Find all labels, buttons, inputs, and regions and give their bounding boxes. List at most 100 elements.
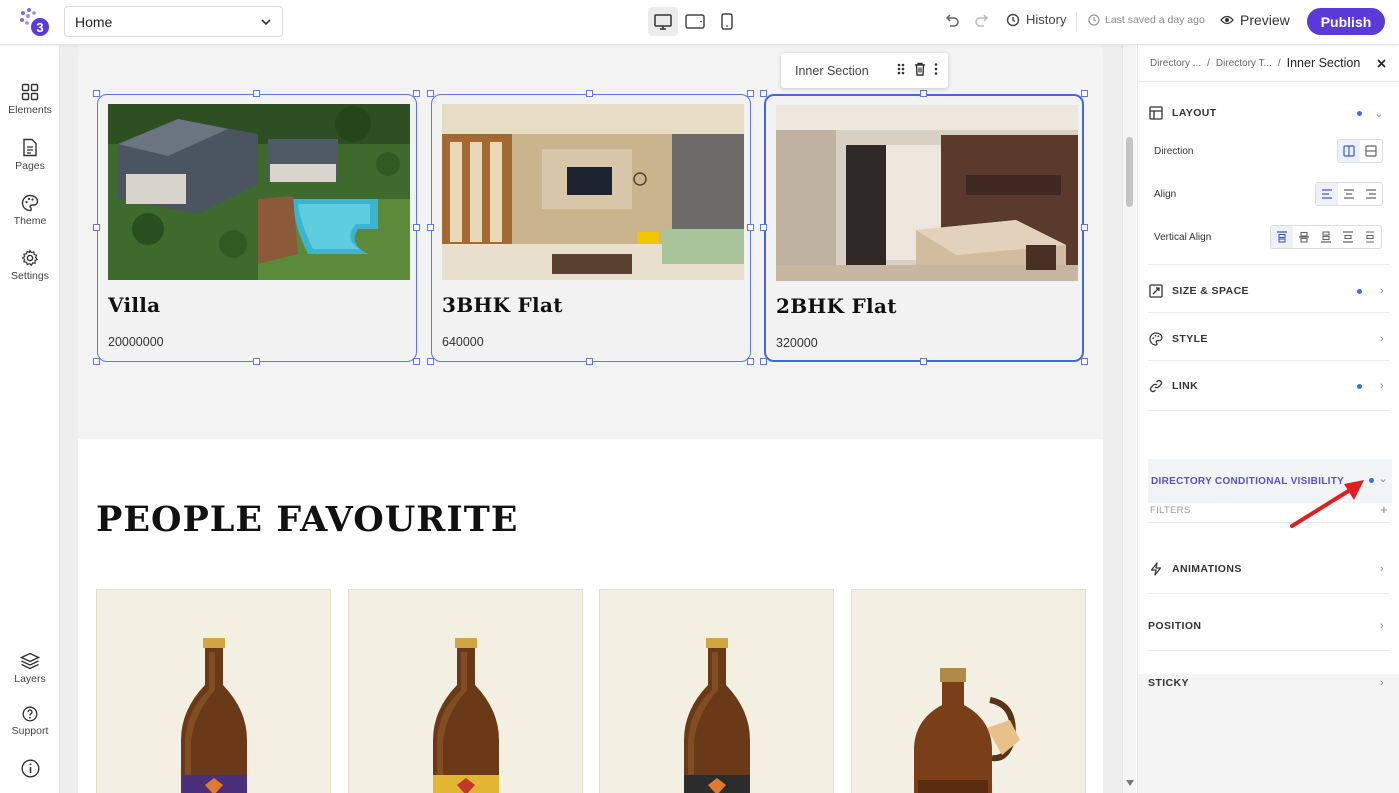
resize-handle[interactable]	[586, 358, 593, 365]
add-filter-plus-icon[interactable]: +	[1380, 502, 1388, 517]
resize-handle[interactable]	[253, 90, 260, 97]
undo-icon	[945, 14, 959, 27]
size-space-section-header[interactable]: SIZE & SPACE ›	[1148, 284, 1390, 298]
resize-handle[interactable]	[920, 90, 927, 97]
gear-icon	[21, 249, 39, 267]
resize-handle[interactable]	[760, 224, 767, 231]
info-button[interactable]	[0, 759, 60, 778]
mobile-view-button[interactable]	[712, 7, 742, 36]
vertical-align-label: Vertical Align	[1154, 232, 1212, 243]
resize-handle[interactable]	[413, 358, 420, 365]
page-selector-value: Home	[75, 13, 113, 30]
history-button[interactable]: History	[1006, 12, 1066, 27]
resize-handle[interactable]	[413, 224, 420, 231]
sidebar-item-elements[interactable]: Elements	[0, 83, 60, 116]
align-right-button[interactable]	[1360, 183, 1382, 205]
resize-handle[interactable]	[1081, 358, 1088, 365]
breadcrumb-item[interactable]: Directory T...	[1216, 58, 1272, 69]
preview-button[interactable]: Preview	[1220, 12, 1290, 28]
properties-panel: Directory ... / Directory T... / Inner S…	[1137, 45, 1399, 793]
divider	[1148, 650, 1390, 651]
drag-handle-icon[interactable]	[896, 62, 906, 76]
element-toolbar-label: Inner Section	[795, 63, 869, 78]
tablet-view-button[interactable]	[680, 7, 710, 36]
animations-section-header[interactable]: ANIMATIONS ›	[1148, 562, 1390, 576]
breadcrumb-item[interactable]: Directory ...	[1150, 58, 1201, 69]
align-center-button[interactable]	[1338, 183, 1360, 205]
resize-handle[interactable]	[760, 358, 767, 365]
resize-handle[interactable]	[1081, 90, 1088, 97]
resize-handle[interactable]	[413, 90, 420, 97]
valign-space-between-button[interactable]	[1337, 226, 1359, 248]
resize-handle[interactable]	[760, 90, 767, 97]
sidebar-item-support[interactable]: Support	[0, 706, 60, 737]
product-card[interactable]	[96, 589, 331, 793]
resize-handle[interactable]	[586, 90, 593, 97]
resize-handle[interactable]	[427, 358, 434, 365]
scrollbar-thumb[interactable]	[1126, 137, 1133, 207]
resize-handle[interactable]	[747, 224, 754, 231]
sticky-section-header[interactable]: STICKY ›	[1148, 677, 1390, 689]
history-label: History	[1026, 12, 1067, 27]
modified-dot	[1357, 288, 1362, 294]
valign-bottom-button[interactable]	[1315, 226, 1337, 248]
sidebar-item-label: Elements	[8, 104, 52, 116]
resize-handle[interactable]	[93, 224, 100, 231]
resize-handle[interactable]	[920, 358, 927, 365]
breadcrumb-separator: /	[1277, 57, 1281, 69]
valign-space-around-button[interactable]	[1359, 226, 1381, 248]
left-sidebar: Elements Pages Theme Settings Layers Sup…	[0, 45, 60, 793]
redo-button[interactable]	[972, 11, 992, 31]
app-logo[interactable]: 3	[18, 7, 52, 37]
scroll-down-arrow-icon[interactable]	[1126, 780, 1134, 786]
product-card[interactable]	[599, 589, 834, 793]
sidebar-item-label: Support	[11, 725, 49, 737]
sidebar-item-theme[interactable]: Theme	[0, 194, 60, 227]
link-section-header[interactable]: LINK ›	[1148, 379, 1390, 393]
resize-handle[interactable]	[427, 224, 434, 231]
align-left-icon	[1322, 189, 1332, 199]
desktop-view-button[interactable]	[648, 7, 678, 36]
resize-handle[interactable]	[1081, 224, 1088, 231]
sidebar-item-layers[interactable]: Layers	[0, 652, 60, 685]
sidebar-item-pages[interactable]: Pages	[0, 138, 60, 172]
page-icon	[23, 138, 37, 157]
valign-top-icon	[1277, 231, 1287, 243]
resize-handle[interactable]	[93, 358, 100, 365]
sidebar-item-settings[interactable]: Settings	[0, 249, 60, 282]
device-switcher	[648, 7, 742, 36]
property-card-3bhk[interactable]: 3BHK Flat 640000	[431, 94, 751, 362]
resize-handle[interactable]	[747, 358, 754, 365]
canvas-scrollbar[interactable]	[1122, 45, 1136, 793]
valign-middle-button[interactable]	[1293, 226, 1315, 248]
resize-handle[interactable]	[253, 358, 260, 365]
publish-button[interactable]: Publish	[1307, 8, 1385, 35]
more-options-icon[interactable]	[934, 62, 938, 76]
chevron-down-icon: ⌄	[1378, 473, 1388, 485]
style-section-header[interactable]: STYLE ›	[1148, 332, 1390, 346]
direction-column-button[interactable]	[1360, 140, 1382, 162]
sidebar-item-label: Theme	[13, 215, 47, 227]
product-card[interactable]	[851, 589, 1086, 793]
property-card-2bhk[interactable]: 2BHK Flat 320000	[764, 94, 1084, 362]
product-card[interactable]	[348, 589, 583, 793]
resize-handle[interactable]	[747, 90, 754, 97]
resize-handle[interactable]	[93, 90, 100, 97]
align-left-button[interactable]	[1316, 183, 1338, 205]
chevron-right-icon: ›	[1379, 563, 1384, 575]
chevron-right-icon: ›	[1379, 285, 1384, 297]
property-card-villa[interactable]: Villa 20000000	[97, 94, 417, 362]
page-selector[interactable]: Home	[64, 6, 283, 37]
valign-top-button[interactable]	[1271, 226, 1293, 248]
undo-button[interactable]	[942, 11, 962, 31]
align-label: Align	[1154, 189, 1177, 200]
resize-handle[interactable]	[427, 90, 434, 97]
modified-dot	[1357, 383, 1362, 389]
section-label: ANIMATIONS	[1172, 563, 1242, 575]
close-icon[interactable]	[1377, 59, 1386, 68]
editor-canvas[interactable]: Villa 20000000 3BHK Flat 640000 2BHK Fla…	[60, 45, 1122, 793]
direction-row-button[interactable]	[1338, 140, 1360, 162]
trash-icon[interactable]	[914, 62, 926, 76]
layout-section-header[interactable]: LAYOUT ⌄	[1148, 106, 1390, 120]
position-section-header[interactable]: POSITION ›	[1148, 620, 1390, 632]
